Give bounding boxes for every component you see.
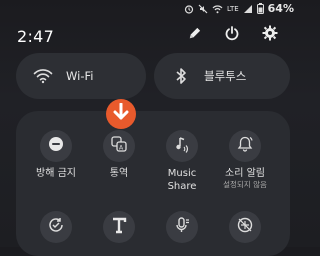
arrow-down-indicator	[106, 99, 136, 129]
sync-check-icon	[47, 216, 65, 238]
sound-notification-icon	[236, 135, 254, 157]
edit-button[interactable]	[184, 25, 204, 45]
tile-sound-notification[interactable]: 소리 알림 설정되지 않음	[210, 130, 280, 190]
text-style-icon	[110, 216, 128, 238]
do-not-disturb-icon	[48, 136, 64, 156]
settings-icon	[262, 25, 278, 45]
music-share-icon	[173, 135, 191, 157]
edit-icon	[187, 26, 202, 45]
tile-do-not-disturb[interactable]: 방해 금지	[21, 130, 91, 180]
tile-circle	[40, 130, 72, 162]
tile-label: 소리 알림	[225, 168, 265, 179]
tile-translate[interactable]	[210, 211, 280, 243]
battery-percentage: 64%	[267, 2, 294, 15]
tile-sync-check[interactable]	[21, 211, 91, 243]
status-bar: LTE 64%	[0, 0, 300, 20]
translate-icon	[236, 216, 254, 238]
tile-text-style[interactable]	[84, 211, 154, 243]
lte-label: LTE	[227, 4, 239, 13]
tile-circle: A	[103, 130, 135, 162]
tile-music-share[interactable]: Music Share	[147, 130, 217, 193]
tile-circle	[40, 211, 72, 243]
bluetooth-toggle[interactable]: 블루투스	[154, 53, 290, 99]
bluetooth-icon	[166, 67, 196, 85]
wifi-calling-icon	[212, 4, 223, 14]
tile-label-line2: Share	[167, 181, 197, 192]
top-actions	[184, 25, 280, 45]
wifi-toggle[interactable]: Wi-Fi	[16, 53, 146, 99]
mute-icon	[198, 4, 208, 14]
tile-circle	[166, 211, 198, 243]
tile-circle	[166, 130, 198, 162]
tile-label: Music Share	[147, 167, 217, 193]
status-icons: LTE 64%	[184, 2, 294, 15]
wifi-label: Wi-Fi	[66, 69, 94, 83]
clock: 2:47	[17, 27, 55, 46]
quick-settings-panel: 방해 금지 A 통역 Music Share 소리 알림 설정되지 않음	[16, 111, 290, 256]
tile-sublabel: 설정되지 않음	[223, 180, 267, 189]
tile-live-caption[interactable]	[147, 211, 217, 243]
bluetooth-label: 블루투스	[204, 69, 247, 83]
settings-button[interactable]	[260, 25, 280, 45]
wifi-icon	[28, 68, 58, 84]
tile-label: 방해 금지	[36, 168, 76, 179]
tile-interpreter[interactable]: A 통역	[84, 130, 154, 180]
live-caption-icon	[173, 216, 191, 238]
power-button[interactable]	[222, 25, 242, 45]
tile-circle	[103, 211, 135, 243]
power-icon	[224, 25, 240, 45]
tile-label-line1: Music	[167, 168, 197, 179]
tile-circle	[229, 211, 261, 243]
lte-signal-icon	[243, 4, 253, 14]
battery-icon	[256, 3, 264, 14]
alarm-icon	[184, 4, 194, 14]
tile-label: 통역	[109, 168, 129, 179]
arrow-down-icon	[113, 102, 129, 125]
interpreter-icon: A	[110, 135, 128, 157]
tile-circle	[229, 130, 261, 162]
